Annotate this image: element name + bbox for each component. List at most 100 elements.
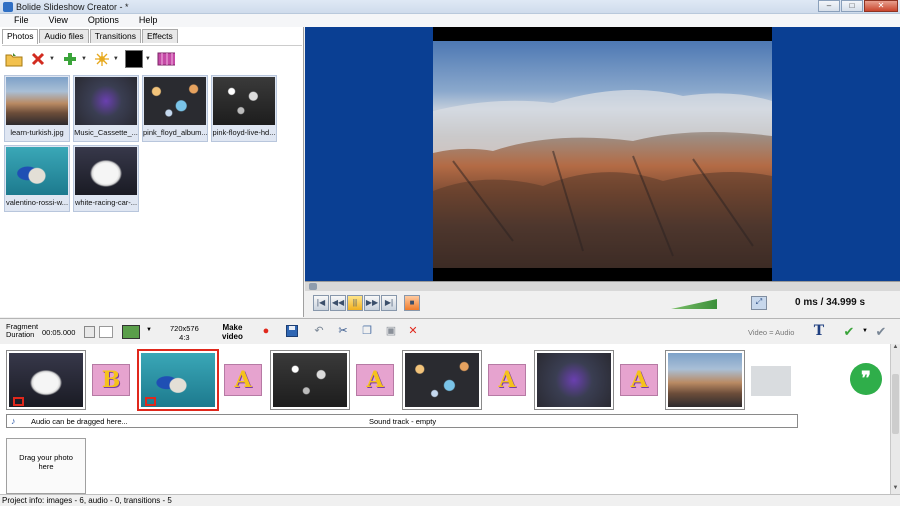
stop-button[interactable]: ■: [404, 295, 420, 311]
timeline-slide[interactable]: [534, 350, 614, 410]
tab-photos[interactable]: Photos: [2, 29, 39, 44]
undo-icon[interactable]: ↶: [312, 325, 326, 339]
seek-bar[interactable]: [305, 281, 900, 291]
slide-image: [668, 353, 742, 407]
slide-image: [537, 353, 611, 407]
save-icon[interactable]: [285, 325, 299, 339]
timeline-slide-selected[interactable]: [137, 349, 219, 411]
fragment-duration-field[interactable]: 00:05.000: [42, 328, 75, 337]
music-note-icon: ♪: [11, 416, 16, 426]
first-frame-button[interactable]: |◀: [313, 295, 329, 311]
audio-track[interactable]: ♪ Audio can be dragged here... Sound tra…: [6, 414, 798, 428]
volume-slider[interactable]: [671, 299, 717, 309]
photo-caption: valentino-rossi-w...: [5, 198, 69, 207]
make-video-button[interactable]: Make video: [222, 323, 243, 341]
seek-knob[interactable]: [309, 283, 317, 290]
photo-image: [75, 77, 137, 125]
resolution-size: 720x576: [170, 324, 199, 333]
transition-tile[interactable]: A: [224, 364, 262, 396]
menu-options[interactable]: Options: [88, 14, 119, 27]
close-button[interactable]: ✕: [864, 0, 898, 12]
background-color-swatch[interactable]: [124, 49, 143, 68]
photo-thumb[interactable]: pink-floyd-live-hd...: [211, 75, 277, 142]
scroll-up-icon[interactable]: ▲: [891, 344, 900, 353]
minimize-button[interactable]: –: [818, 0, 840, 12]
photo-image: [213, 77, 275, 125]
timeline-slide[interactable]: [6, 350, 86, 410]
photo-thumb[interactable]: pink_floyd_album...: [142, 75, 208, 142]
tab-audio-files[interactable]: Audio files: [39, 29, 89, 43]
scroll-down-icon[interactable]: ▼: [891, 485, 900, 494]
slide-effect-badge[interactable]: [13, 397, 24, 406]
next-button[interactable]: ▶▶: [364, 295, 380, 311]
make-video-line1: Make: [222, 323, 243, 332]
title-bar: Bolide Slideshow Creator - * – □ ✕: [0, 0, 900, 14]
photos-toolbar: ▼ ▼ ▼ ▼: [2, 45, 302, 71]
color-dropdown-icon[interactable]: ▼: [145, 56, 151, 62]
quote-action-button[interactable]: ❞: [850, 363, 882, 395]
cut-icon[interactable]: ✂: [336, 325, 350, 339]
photo-caption: pink_floyd_album...: [143, 128, 207, 137]
open-folder-icon[interactable]: [5, 50, 23, 68]
last-frame-button[interactable]: ▶|: [381, 295, 397, 311]
duration-spinner[interactable]: [84, 326, 95, 338]
effects-icon[interactable]: [93, 50, 111, 68]
check-dropdown-icon[interactable]: ▼: [858, 325, 872, 339]
record-icon[interactable]: ●: [259, 325, 273, 339]
scroll-thumb[interactable]: [892, 374, 899, 434]
media-panel: Photos Audio files Transitions Effects ▼…: [0, 27, 304, 317]
tab-transitions[interactable]: Transitions: [89, 29, 141, 43]
delete-icon[interactable]: [29, 50, 47, 68]
pan-zoom-dropdown-icon[interactable]: ▼: [146, 327, 152, 333]
effects-dropdown-icon[interactable]: ▼: [113, 56, 119, 62]
photo-thumb[interactable]: Music_Cassette_...: [73, 75, 139, 142]
timeline-slide[interactable]: [270, 350, 350, 410]
tab-effects[interactable]: Effects: [141, 29, 178, 43]
add-icon[interactable]: [61, 50, 79, 68]
previous-button[interactable]: ◀◀: [330, 295, 346, 311]
time-total: / 34.999 s: [820, 297, 866, 308]
photo-drop-zone[interactable]: Drag your photo here: [6, 438, 86, 494]
photo-thumb[interactable]: white-racing-car-...: [73, 145, 139, 212]
timeline-slide[interactable]: [665, 350, 745, 410]
audio-drop-hint: Audio can be dragged here...: [31, 417, 128, 426]
delete-dropdown-icon[interactable]: ▼: [49, 56, 55, 62]
paste-icon[interactable]: ▣: [384, 325, 398, 339]
transition-tile[interactable]: A: [356, 364, 394, 396]
transition-letter: A: [234, 367, 252, 393]
transition-tile[interactable]: B: [92, 364, 130, 396]
maximize-button[interactable]: □: [841, 0, 863, 12]
add-dropdown-icon[interactable]: ▼: [81, 56, 87, 62]
remove-icon[interactable]: ✕: [406, 325, 420, 339]
settings-check-icon[interactable]: ✔: [874, 325, 888, 339]
text-tool-icon[interactable]: T: [812, 324, 826, 339]
video-equals-audio-toggle[interactable]: Video = Audio: [748, 328, 794, 337]
apply-all-checkbox[interactable]: [99, 326, 113, 338]
menu-file[interactable]: File: [14, 14, 29, 27]
copy-icon[interactable]: ❐: [360, 325, 374, 339]
empty-transition-slot[interactable]: [751, 366, 791, 396]
check-icon[interactable]: ✔: [842, 325, 856, 339]
media-tabs: Photos Audio files Transitions Effects: [2, 29, 179, 44]
preview-image: [433, 41, 772, 268]
play-pause-button[interactable]: ||: [347, 295, 363, 311]
menu-view[interactable]: View: [49, 14, 68, 27]
transition-tile[interactable]: A: [620, 364, 658, 396]
slide-effect-badge[interactable]: [145, 397, 156, 406]
resolution-label[interactable]: 720x576 4:3: [170, 324, 199, 342]
transition-tile[interactable]: A: [488, 364, 526, 396]
slideshow-icon[interactable]: [157, 50, 175, 68]
status-bar: Project info: images - 6, audio - 0, tra…: [0, 494, 900, 506]
menu-help[interactable]: Help: [139, 14, 158, 27]
transport-bar: |◀ ◀◀ || ▶▶ ▶| ■ ⤢ 0 ms / 34.999 s: [305, 291, 900, 317]
storyboard-toolbar: Fragment Duration 00:05.000 ▼ 720x576 4:…: [0, 318, 900, 344]
playback-controls: |◀ ◀◀ || ▶▶ ▶| ■: [313, 295, 420, 311]
photo-thumb[interactable]: valentino-rossi-w...: [4, 145, 70, 212]
photo-thumb[interactable]: learn-turkish.jpg: [4, 75, 70, 142]
fragment-duration-label: Fragment Duration: [6, 323, 38, 339]
timeline-scrollbar[interactable]: ▲ ▼: [890, 344, 900, 494]
pan-zoom-icon[interactable]: [122, 325, 140, 339]
drop-hint-line1: Drag your photo: [19, 453, 73, 462]
timeline-slide[interactable]: [402, 350, 482, 410]
fullscreen-icon[interactable]: ⤢: [751, 296, 767, 310]
